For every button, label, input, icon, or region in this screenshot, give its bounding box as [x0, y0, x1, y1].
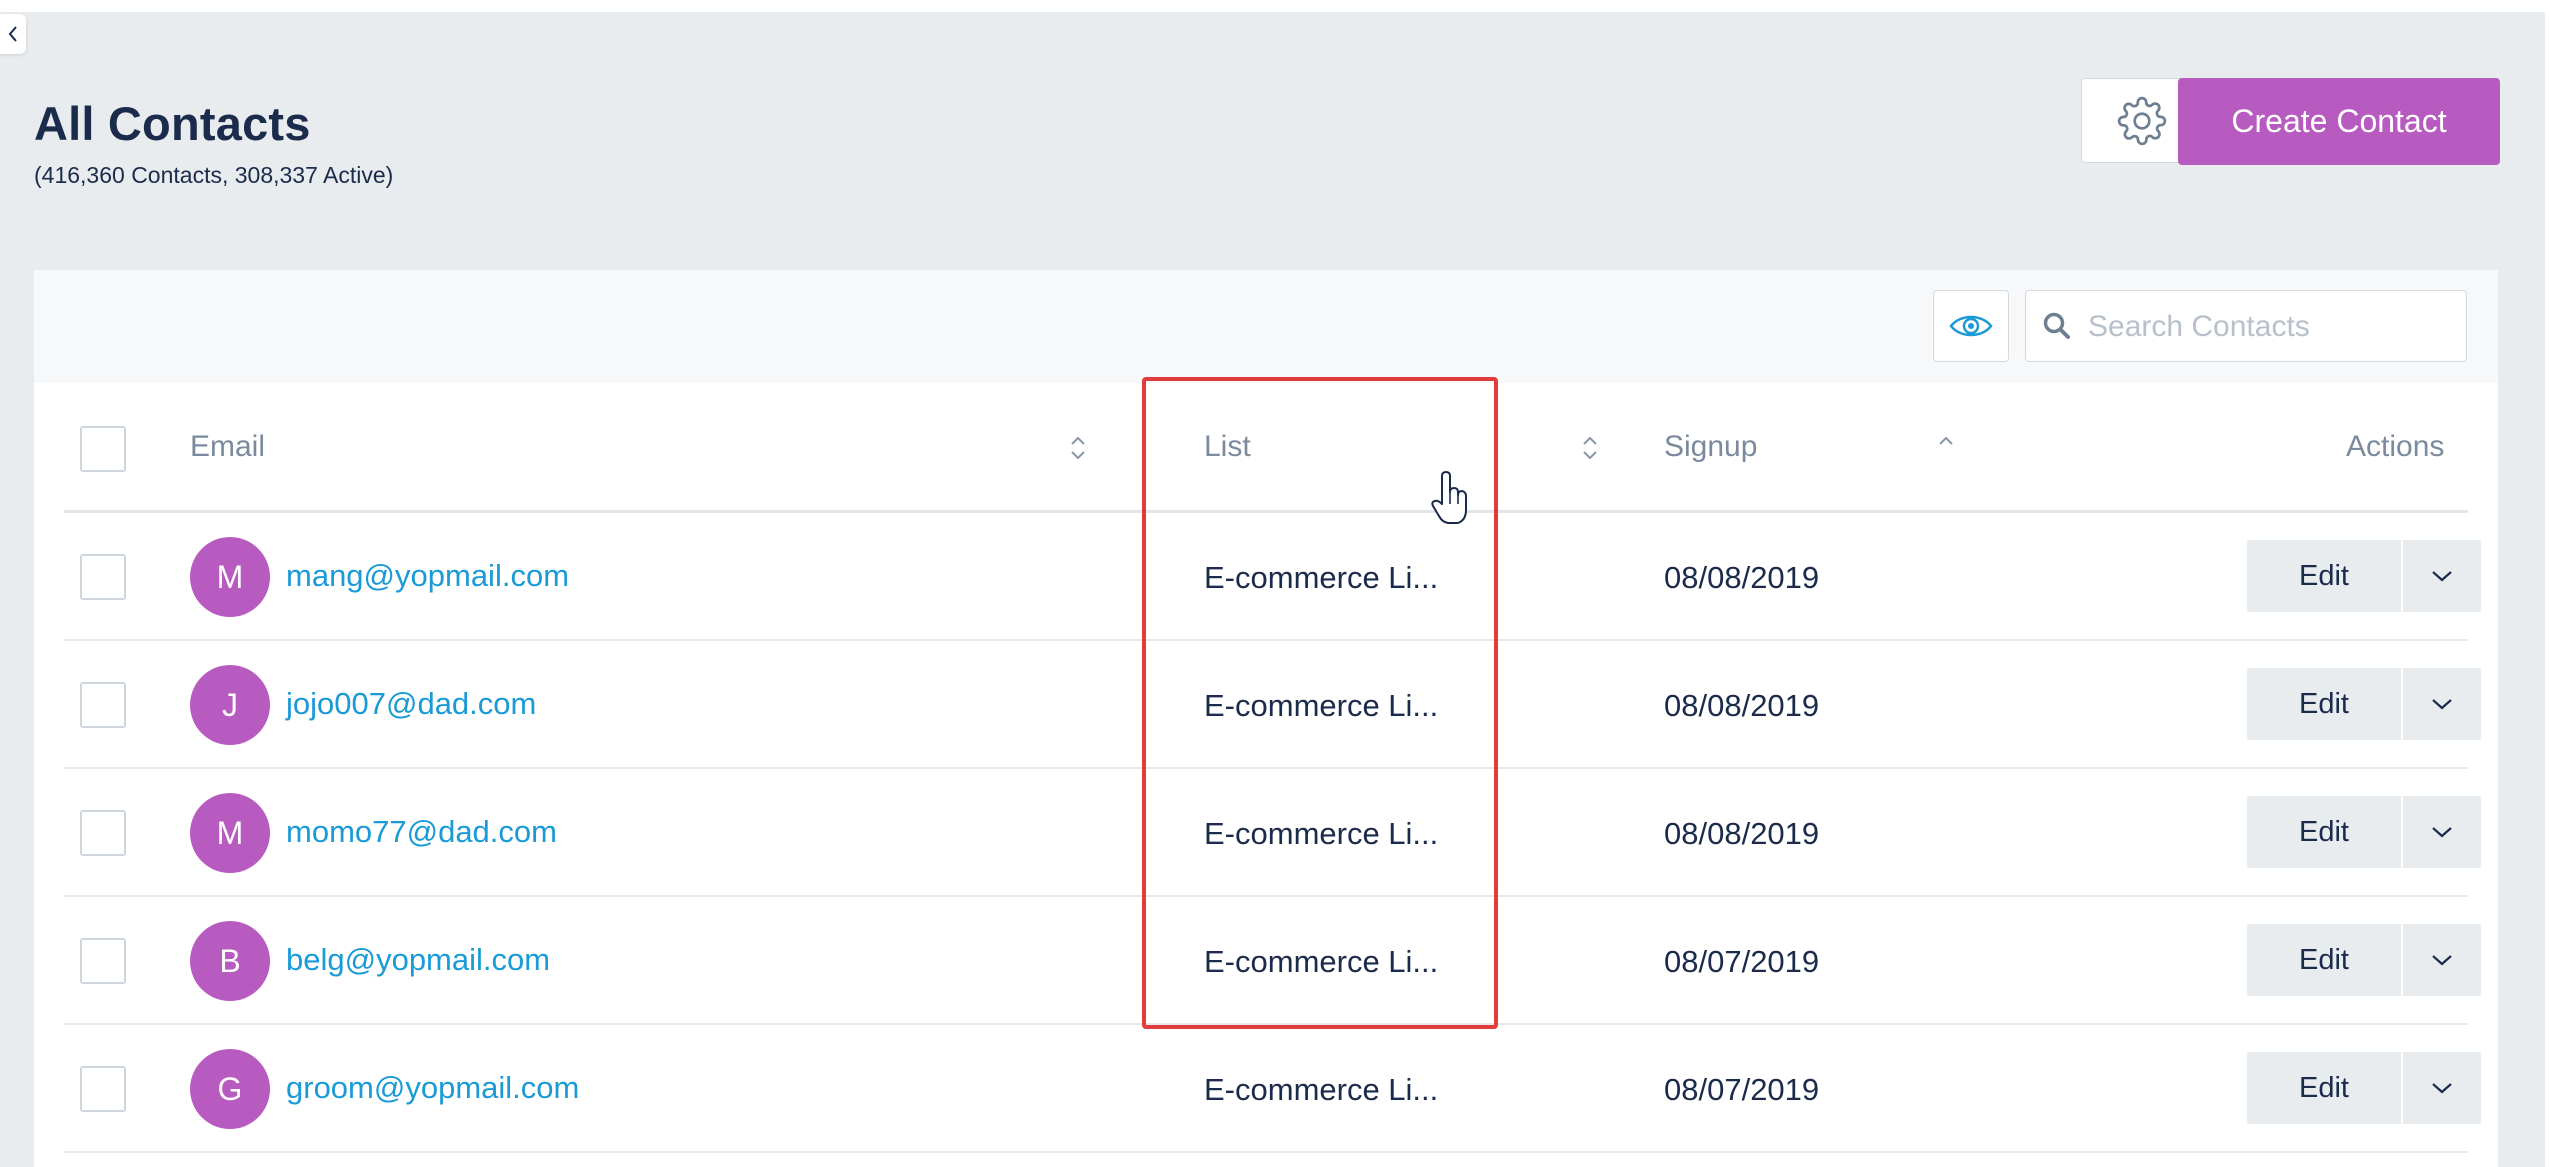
avatar: G	[190, 1049, 270, 1129]
eye-icon	[1949, 315, 1993, 337]
search-box	[2025, 290, 2467, 363]
list-cell: E-commerce Li...	[1204, 1072, 1439, 1107]
sort-ascending-icon[interactable]	[1936, 433, 1956, 449]
avatar: M	[190, 793, 270, 873]
panel-toolbar	[34, 270, 2498, 383]
row-checkbox[interactable]	[80, 682, 126, 728]
gear-icon	[2117, 96, 2167, 145]
right-strip	[2545, 0, 2549, 1167]
more-actions-button[interactable]	[2403, 540, 2481, 612]
search-icon	[2043, 312, 2070, 339]
avatar: M	[190, 537, 270, 617]
table-row: G groom@yopmail.com E-commerce Li... 08/…	[64, 1025, 2481, 1153]
create-contact-button[interactable]: Create Contact	[2178, 78, 2500, 165]
row-actions: Edit	[2247, 540, 2481, 612]
back-button[interactable]	[0, 14, 26, 54]
table-row: M momo77@dad.com E-commerce Li... 08/08/…	[64, 769, 2481, 897]
hand-cursor-icon	[1431, 471, 1467, 524]
row-actions: Edit	[2247, 796, 2481, 868]
contacts-panel: Email List Signup Actions M mang@yopmail…	[34, 270, 2498, 1167]
signup-date: 08/07/2019	[1664, 944, 1820, 979]
table-row: B belg@yopmail.com E-commerce Li... 08/0…	[64, 897, 2481, 1025]
avatar: B	[190, 921, 270, 1001]
more-actions-button[interactable]	[2403, 668, 2481, 740]
row-checkbox[interactable]	[80, 554, 126, 600]
row-actions: Edit	[2247, 668, 2481, 740]
signup-date: 08/08/2019	[1664, 816, 1820, 851]
contact-email-link[interactable]: momo77@dad.com	[286, 814, 557, 850]
contact-email-link[interactable]: mang@yopmail.com	[286, 558, 569, 594]
row-checkbox[interactable]	[80, 938, 126, 984]
edit-button[interactable]: Edit	[2247, 1052, 2401, 1124]
edit-button[interactable]: Edit	[2247, 796, 2401, 868]
signup-column-header[interactable]: Signup	[1664, 430, 1757, 464]
edit-button[interactable]: Edit	[2247, 668, 2401, 740]
signup-date: 08/08/2019	[1664, 688, 1820, 723]
chevron-down-icon	[2432, 699, 2452, 710]
table-header: Email List Signup Actions	[64, 383, 2468, 513]
list-cell: E-commerce Li...	[1204, 560, 1439, 595]
page-title: All Contacts	[34, 97, 311, 150]
signup-date: 08/07/2019	[1664, 1072, 1820, 1107]
contact-email-link[interactable]: groom@yopmail.com	[286, 1070, 579, 1106]
table-row: J jojo007@dad.com E-commerce Li... 08/08…	[64, 641, 2481, 769]
search-input[interactable]	[2086, 291, 2460, 363]
avatar: J	[190, 665, 270, 745]
edit-button[interactable]: Edit	[2247, 924, 2401, 996]
sort-icon[interactable]	[1068, 433, 1088, 463]
view-columns-button[interactable]	[1933, 290, 2009, 362]
sort-icon[interactable]	[1580, 433, 1600, 463]
row-checkbox[interactable]	[80, 810, 126, 856]
actions-column-header: Actions	[2346, 430, 2445, 463]
list-cell: E-commerce Li...	[1204, 816, 1439, 851]
chevron-down-icon	[2432, 955, 2452, 966]
row-actions: Edit	[2247, 1052, 2481, 1124]
signup-date: 08/08/2019	[1664, 560, 1820, 595]
chevron-down-icon	[2432, 571, 2452, 582]
chevron-left-icon	[8, 26, 17, 42]
email-column-header[interactable]: Email	[190, 430, 265, 464]
list-cell: E-commerce Li...	[1204, 944, 1439, 979]
contacts-count: (416,360 Contacts, 308,337 Active)	[34, 162, 394, 188]
chevron-down-icon	[2432, 1083, 2452, 1094]
chevron-down-icon	[2432, 827, 2452, 838]
contact-email-link[interactable]: jojo007@dad.com	[286, 686, 536, 722]
list-column-header[interactable]: List	[1204, 430, 1251, 464]
more-actions-button[interactable]	[2403, 1052, 2481, 1124]
row-actions: Edit	[2247, 924, 2481, 996]
select-all-checkbox[interactable]	[80, 426, 126, 472]
top-strip	[0, 0, 2549, 12]
list-cell: E-commerce Li...	[1204, 688, 1439, 723]
more-actions-button[interactable]	[2403, 796, 2481, 868]
more-actions-button[interactable]	[2403, 924, 2481, 996]
edit-button[interactable]: Edit	[2247, 540, 2401, 612]
contact-email-link[interactable]: belg@yopmail.com	[286, 942, 550, 978]
table-row: M mang@yopmail.com E-commerce Li... 08/0…	[64, 513, 2481, 641]
row-checkbox[interactable]	[80, 1066, 126, 1112]
